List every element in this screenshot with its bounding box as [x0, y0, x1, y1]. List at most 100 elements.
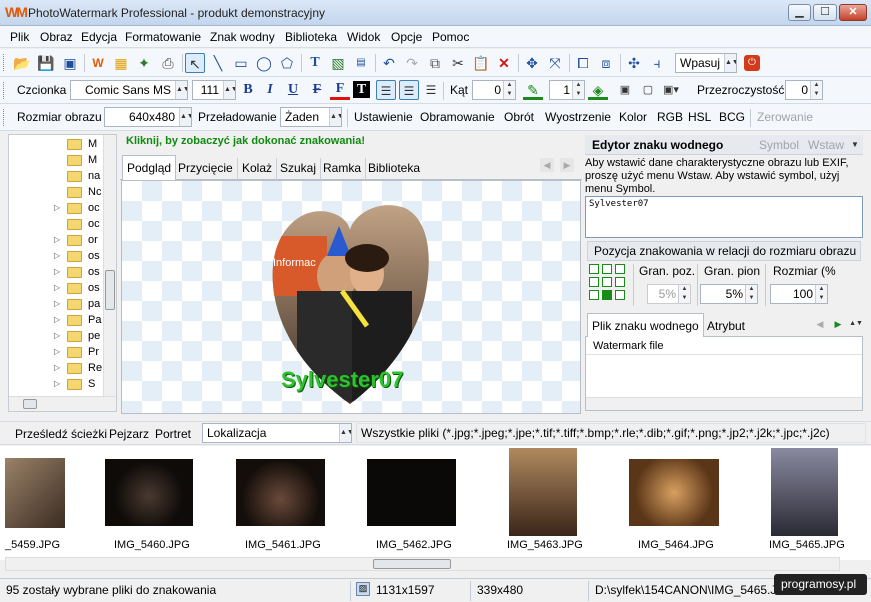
line-width-input[interactable]: 1 ▲ ▼ — [549, 80, 585, 100]
landscape-button[interactable]: Pejzarz — [109, 427, 149, 441]
tree-vertical-scrollbar[interactable] — [103, 135, 116, 397]
expand-icon[interactable]: ▷ — [54, 344, 60, 360]
menu-edycja[interactable]: Edycja — [81, 30, 117, 44]
underline-button[interactable]: U — [283, 80, 303, 100]
tab-attribute[interactable]: Atrybut — [703, 316, 749, 338]
tree-item[interactable]: Nc — [9, 184, 107, 200]
align-icon[interactable]: ✥ — [522, 53, 542, 73]
folder-tree[interactable]: M M na Nc ▷ oc oc ▷ or ▷ os ▷ os ▷ os ▷ pa ▷ Pa… — [8, 134, 117, 412]
tree-item[interactable]: M — [9, 152, 107, 168]
print-icon[interactable]: ⎙ — [158, 53, 178, 73]
expand-icon[interactable]: ▷ — [54, 328, 60, 344]
watermark-overlay-text[interactable]: Sylvester07 — [281, 367, 403, 393]
tree-item[interactable]: ▷ Pr — [9, 344, 107, 360]
fit-select[interactable]: Wpasuj ▲▼ — [675, 53, 737, 73]
tab-podglad[interactable]: Podgląd — [122, 155, 177, 181]
angle-input[interactable]: 0 ▲ ▼ — [472, 80, 516, 100]
text-icon[interactable]: T — [305, 53, 325, 73]
font-size-select[interactable]: 111 ▲▼ — [192, 80, 236, 100]
save-watermark-icon[interactable]: ▣ — [60, 53, 80, 73]
move-icon[interactable]: ✣ — [624, 53, 644, 73]
tree-item[interactable]: ▷ os — [9, 264, 107, 280]
settings-button[interactable]: Ustawienie — [354, 110, 413, 124]
stop-icon[interactable]: ⏻ — [744, 55, 760, 71]
italic-button[interactable]: I — [260, 80, 280, 100]
menu-widok[interactable]: Widok — [347, 30, 380, 44]
expand-icon[interactable]: ▷ — [54, 264, 60, 280]
position-cell[interactable] — [589, 290, 599, 300]
tree-item[interactable]: ▷ or — [9, 232, 107, 248]
spinner-icon[interactable]: ▲ ▼ — [810, 81, 822, 99]
watermark-file-list[interactable]: Watermark file — [585, 337, 863, 411]
expand-icon[interactable]: ▷ — [54, 376, 60, 392]
shape-icon[interactable]: ⬠ — [277, 53, 297, 73]
ellipse-icon[interactable]: ◯ — [254, 53, 274, 73]
thumbnail-item[interactable]: IMG_5462.JPG — [367, 446, 493, 558]
file-filter-select[interactable]: Wszystkie pliki (*.jpg;*.jpeg;*.jpe;*.ti… — [356, 423, 866, 443]
scroll-thumb[interactable] — [105, 270, 115, 310]
position-cell-selected[interactable] — [602, 290, 612, 300]
font-color-button[interactable]: F — [330, 80, 350, 100]
horizontal-margin-input[interactable]: 5% ▲ ▼ — [647, 284, 691, 304]
tab-szukaj[interactable]: Szukaj — [276, 158, 322, 180]
position-cell[interactable] — [589, 264, 599, 274]
position-cell[interactable] — [602, 264, 612, 274]
tree-item[interactable]: ▷ S — [9, 376, 107, 392]
size-percent-input[interactable]: 100 ▲ ▼ — [770, 284, 828, 304]
image-size-select[interactable]: 640x480 ▲▼ — [104, 107, 192, 127]
position-cell[interactable] — [615, 290, 625, 300]
menu-formatowanie[interactable]: Formatowanie — [125, 30, 201, 44]
group-icon[interactable]: ⧠ — [573, 53, 593, 73]
expand-icon[interactable]: ▷ — [54, 248, 60, 264]
expand-icon[interactable]: ▷ — [54, 232, 60, 248]
copy-icon[interactable]: ⧉ — [425, 53, 445, 73]
scroll-thumb[interactable] — [23, 399, 37, 409]
scroll-thumb[interactable] — [373, 559, 451, 569]
tree-item[interactable]: oc — [9, 216, 107, 232]
distribute-icon[interactable]: ⤧ — [545, 53, 565, 73]
border-icon[interactable]: ▢ — [638, 80, 658, 100]
tree-item[interactable]: M — [9, 136, 107, 152]
spinner-icon[interactable]: ▲ ▼ — [572, 81, 584, 99]
tree-item[interactable]: ▷ os — [9, 280, 107, 296]
spinner-icon[interactable]: ▲ ▼ — [815, 285, 827, 303]
toolbar-grip[interactable] — [3, 54, 6, 71]
vertical-margin-input[interactable]: 5% ▲ ▼ — [700, 284, 758, 304]
line-icon[interactable]: ╲ — [208, 53, 228, 73]
spinner-icon[interactable]: ▲ ▼ — [745, 285, 757, 303]
thumbnail-item[interactable]: IMG_5464.JPG — [629, 446, 755, 558]
expand-icon[interactable]: ▷ — [54, 360, 60, 376]
redo-icon[interactable]: ↷ — [402, 53, 422, 73]
image-preview[interactable]: Informac Sylvester07 — [121, 180, 581, 414]
menu-znak-wodny[interactable]: Znak wodny — [210, 30, 275, 44]
thumbnail-scrollbar[interactable] — [5, 557, 840, 571]
file-list-scrollbar[interactable] — [586, 397, 862, 410]
menu-plik[interactable]: Plik — [10, 30, 29, 44]
pen-color-icon[interactable]: ✎ — [523, 80, 543, 100]
frame-style-icon[interactable]: ▣▾ — [661, 80, 681, 100]
hsl-button[interactable]: HSL — [688, 110, 711, 124]
rotate-button[interactable]: Obrót — [504, 110, 534, 124]
menu-obraz[interactable]: Obraz — [40, 30, 73, 44]
thumbnail-item[interactable]: IMG_5461.JPG — [236, 446, 362, 558]
tab-scroll-left-icon[interactable]: ◀ — [540, 158, 554, 172]
tree-item[interactable]: ▷ os — [9, 248, 107, 264]
image-icon[interactable]: ▧ — [328, 53, 348, 73]
strikethrough-button[interactable]: F — [307, 80, 327, 100]
color-button[interactable]: Kolor — [619, 110, 647, 124]
portrait-button[interactable]: Portret — [155, 427, 191, 441]
align-center-text-icon[interactable]: ☰ — [399, 80, 419, 100]
align-right-text-icon[interactable]: ☰ — [421, 80, 441, 100]
transparency-input[interactable]: 0 ▲ ▼ — [785, 80, 823, 100]
background-color-button[interactable]: T — [353, 81, 370, 98]
cut-icon[interactable]: ✂ — [448, 53, 468, 73]
menu-opcje[interactable]: Opcje — [391, 30, 422, 44]
position-cell[interactable] — [615, 277, 625, 287]
expand-icon[interactable]: ▷ — [54, 296, 60, 312]
font-select[interactable]: Comic Sans MS ▲▼ — [70, 80, 188, 100]
open-icon[interactable]: 📂 — [12, 53, 32, 73]
tab-watermark-file[interactable]: Plik znaku wodnego — [587, 313, 704, 339]
border-button[interactable]: Obramowanie — [420, 110, 495, 124]
tab-przyciecie[interactable]: Przycięcie — [174, 158, 238, 180]
position-cell[interactable] — [615, 264, 625, 274]
